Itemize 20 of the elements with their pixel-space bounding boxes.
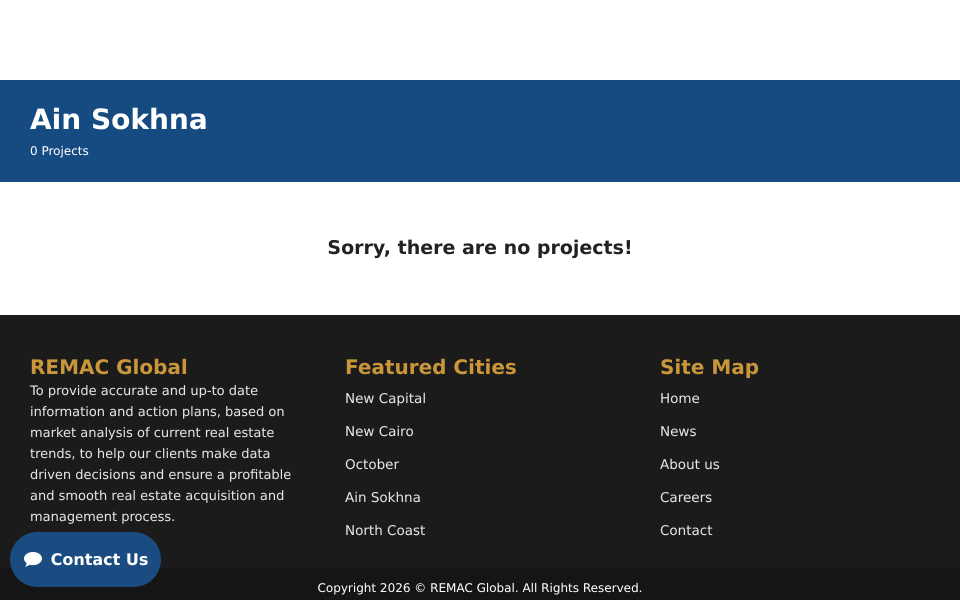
copyright-text: Copyright 2026 © REMAC Global. All Rights Reserved. [317,580,642,597]
footer-link[interactable]: New Capital [345,383,426,416]
footer-link[interactable]: About us [660,449,720,482]
contact-button[interactable]: Contact Us [10,532,161,587]
footer-link[interactable]: Careers [660,482,712,515]
about-text: To provide accurate and up-to date information and action plans, based on market analysis of current real estate trends, to help our clients make data driven decisions and ensure a profitable and smooth real estate acquisition and management process. [30,383,292,527]
footer-link[interactable]: Contact [660,515,713,548]
footer-link[interactable]: News [660,416,696,449]
footer-heading: Featured Cities [345,354,517,381]
footer-link[interactable]: Home [660,383,700,416]
chat-bubble-icon [22,551,43,568]
footer-link[interactable]: North Coast [345,515,426,548]
empty-message: Sorry, there are no projects! [327,236,633,262]
footer-link[interactable]: October [345,449,400,482]
page-title: Ain Sokhna [30,102,208,138]
footer-link[interactable]: New Cairo [345,416,414,449]
footer-heading: Site Map [660,354,760,381]
project-count: 0 Projects [30,143,89,160]
footer-heading: REMAC Global [30,354,188,381]
footer-link[interactable]: Ain Sokhna [345,482,421,515]
